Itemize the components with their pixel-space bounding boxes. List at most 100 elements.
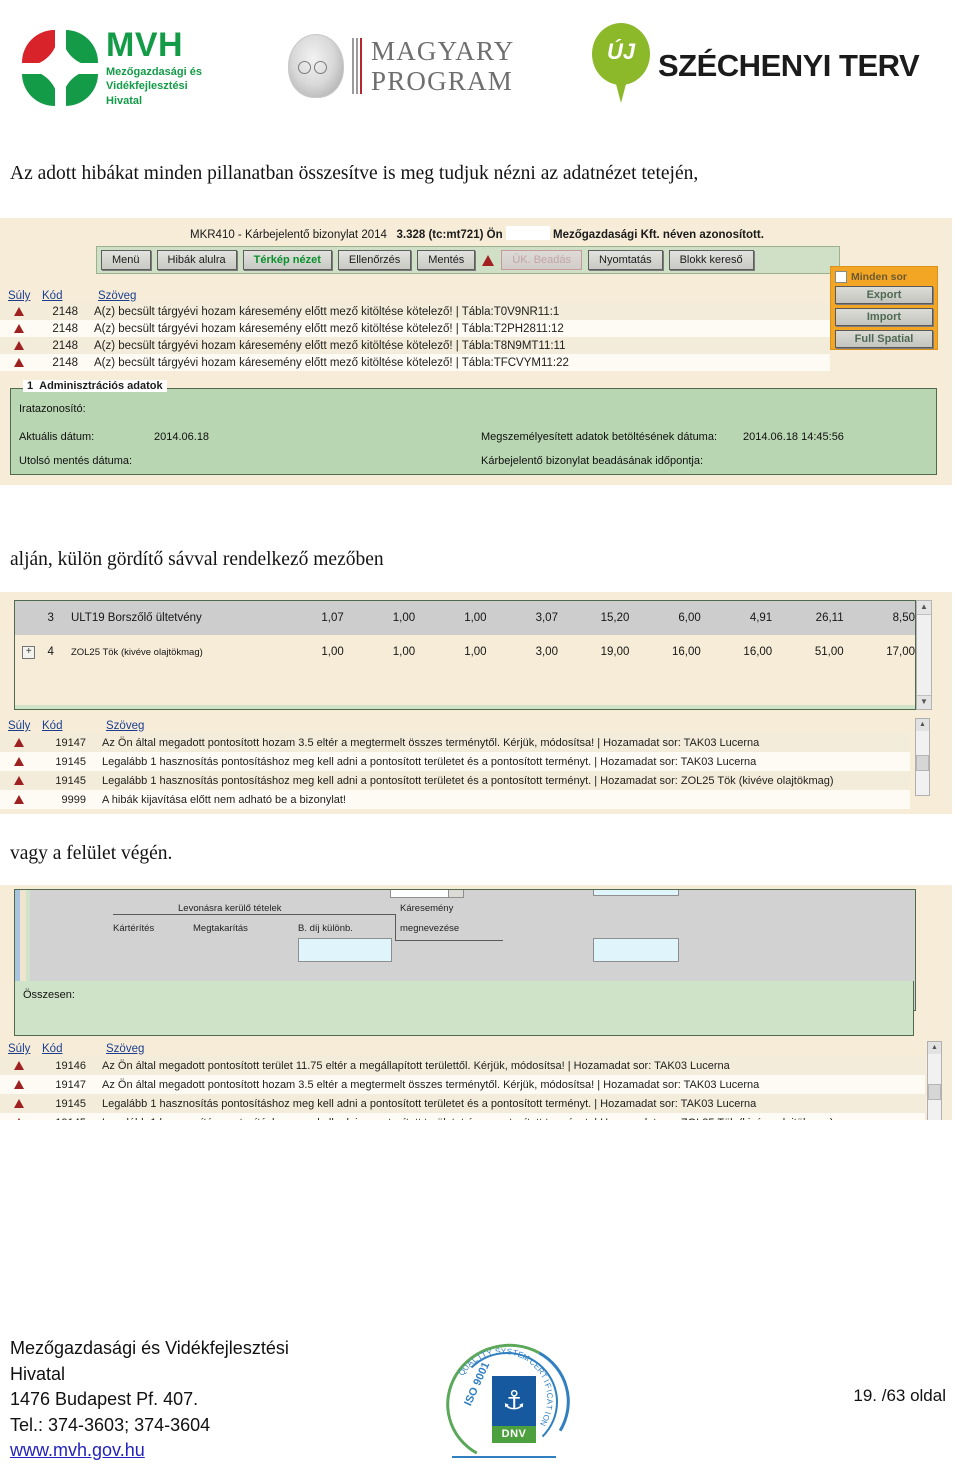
import-button[interactable]: Import [835,308,933,326]
error-text: Az Ön által megadott pontosított terület… [102,1059,730,1072]
plus-icon[interactable]: + [22,645,36,659]
toolbar-button-menu[interactable]: Menü [101,249,151,271]
error-header-severity[interactable]: Súly [0,290,42,302]
error-row[interactable]: 9999 A hibák kijavítása előtt nem adható… [0,790,910,809]
b-dij-kulonb-input[interactable] [298,938,392,962]
mvh-logo: MVH Mezőgazdasági és Vidékfejlesztési Hi… [20,22,235,114]
row-expander[interactable]: + [15,645,42,659]
minden-sor-checkbox[interactable] [835,271,847,283]
error-header-text[interactable]: Szöveg [90,290,136,302]
error-severity-icon [14,1061,24,1070]
document-header: MVH Mezőgazdasági és Vidékfejlesztési Hi… [0,0,960,130]
row-value: 16,00 [743,646,773,658]
error-text: A(z) becsült tárgyévi hozam káresemény e… [94,305,560,318]
error-row[interactable]: 2148 A(z) becsült tárgyévi hozam káresem… [0,354,830,371]
magyary-program-logo: MAGYARY PROGRAM [288,26,513,106]
kartrites-column-label: Kártérítés [113,923,155,934]
error-text: Legalább 1 hasznosítás pontosításhoz meg… [92,1117,834,1121]
toolbar-button-uk-beadas[interactable]: ÜK. Beadás [501,249,583,271]
panel-legend-label: Adminisztrációs adatok [39,380,163,392]
error-header-text[interactable]: Szöveg [98,720,144,732]
group-divider [395,914,396,940]
error-header-severity[interactable]: Súly [0,720,42,732]
error-list-scrollbar[interactable]: ▲ [927,1041,942,1120]
toolbar-button-nyomtatas[interactable]: Nyomtatás [588,249,663,271]
scroll-down-arrow-icon[interactable]: ▼ [917,695,931,709]
footer-phone: Tel.: 374-3603; 374-3604 [10,1414,211,1435]
kar-type-combo[interactable]: ▼ [390,890,464,898]
error-list-scrollbar[interactable]: ▲ [915,718,930,796]
error-row[interactable]: 19145 Legalább 1 hasznosítás pontosításh… [0,771,910,790]
totals-panel: Összesen: [14,981,914,1036]
szt-pin-icon: ÚJ [592,23,650,109]
mvh-clover-icon [20,28,100,108]
error-list-end: Súly Kód Szöveg 19146 Az Ön által megado… [0,1043,925,1120]
error-code: 2148 [52,339,78,352]
error-header-code[interactable]: Kód [42,1043,98,1055]
error-header-code[interactable]: Kód [42,720,98,732]
toolbar-button-ellenorzes[interactable]: Ellenőrzés [337,249,412,271]
footer-website-link[interactable]: www.mvh.gov.hu [10,1438,289,1464]
scroll-up-arrow-icon[interactable]: ▲ [917,601,931,615]
scrollbar-thumb[interactable] [916,755,929,771]
paragraph-2: alján, külön gördítő sávval rendelkező m… [10,549,384,570]
error-row[interactable]: 2148 A(z) becsült tárgyévi hozam káresem… [0,337,830,354]
row-crop-name: ZOL25 Tök (kivéve olajtökmag) [70,646,203,658]
osszesen-label: Összesen: [23,989,75,1001]
error-code: 19147 [55,1078,86,1091]
row-value: 6,00 [678,612,701,624]
footer-org-line1: Mezőgazdasági és Vidékfejlesztési [10,1338,289,1358]
app-version: 3.328 (tc:mt721) [396,229,484,241]
error-severity-icon [14,757,24,766]
error-code: 19146 [55,1059,86,1072]
grid-vertical-scrollbar[interactable]: ▲ ▼ [916,600,932,710]
grid-footer-strip [15,705,915,709]
error-row[interactable]: 19147 Az Ön által megadott pontosított h… [0,733,910,752]
screenshot-top-error-summary: MKR410 - Kárbejelentő bizonylat 2014 3.3… [0,218,952,485]
error-row[interactable]: 19145 Legalább 1 hasznosítás pontosításh… [0,1094,925,1113]
table-row[interactable]: + 4 ZOL25 Tök (kivéve olajtökmag) 1,00 1… [15,635,915,669]
error-header-severity[interactable]: Súly [0,1043,42,1055]
error-severity-icon [14,341,24,350]
toolbar-button-terkep-nezet[interactable]: Térkép nézet [242,249,332,271]
row-value: 19,00 [600,646,630,658]
error-header-code[interactable]: Kód [42,290,90,302]
scroll-up-arrow-icon[interactable]: ▲ [916,719,929,731]
error-row[interactable]: 19145 Legalább 1 hasznosítás pontosításh… [0,752,910,771]
row-value: 1,00 [321,646,344,658]
toolbar-button-blokk-kereso[interactable]: Blokk kereső [668,249,754,271]
error-row[interactable]: 19147 Az Ön által megadott pontosított h… [0,1075,925,1094]
chevron-down-icon[interactable]: ▼ [448,890,463,897]
error-text: Legalább 1 hasznosítás pontosításhoz meg… [102,1097,757,1110]
szt-logo-text: SZÉCHENYI TERV [658,48,920,83]
toolbar-button-hibak-alulra[interactable]: Hibák alulra [156,249,237,271]
magyary-portrait-icon [288,34,344,98]
row-number: 3 [47,612,54,624]
group-underline [113,914,395,915]
error-row[interactable]: 19146 Az Ön által megadott pontosított t… [0,1056,925,1075]
kar-underline [395,940,503,941]
export-button[interactable]: Export [835,286,933,304]
crop-data-grid: 3 ULT19 Borszőlő ültetvény 1,07 1,00 1,0… [14,600,916,710]
warning-triangle-icon [482,254,495,266]
error-row[interactable]: 2148 A(z) becsült tárgyévi hozam káresem… [0,320,830,337]
error-row[interactable]: 2148 A(z) becsült tárgyévi hozam káresem… [0,303,830,320]
scroll-up-arrow-icon[interactable]: ▲ [928,1042,941,1054]
full-spatial-button[interactable]: Full Spatial [835,330,933,348]
error-text: Legalább 1 hasznosítás pontosításhoz meg… [102,755,757,768]
dnv-iso-certification-logo: QUALITYSYSTEMCERTIFICATION ISO 9001 ⚓ DN… [432,1329,584,1477]
minden-sor-checkbox-row[interactable]: Minden sor [835,271,933,283]
error-severity-icon [14,738,24,747]
footer-org-line2: Hivatal [10,1363,66,1384]
scrollbar-thumb[interactable] [928,1084,941,1100]
error-list-header: Súly Kód Szöveg [0,1043,925,1056]
paragraph-3: vagy a felület végén. [10,843,173,864]
table-row[interactable]: 3 ULT19 Borszőlő ültetvény 1,07 1,00 1,0… [15,601,915,635]
app-title-prefix: MKR410 - Kárbejelentő bizonylat 2014 [190,229,387,241]
error-row[interactable]: 19145 Legalább 1 hasznosítás pontosításh… [0,1113,925,1120]
kar-name-input-top[interactable] [593,890,679,896]
page-number: 19. /63 oldal [853,1386,946,1405]
karesemeny-megnevezese-input[interactable] [593,938,679,962]
toolbar-button-mentes[interactable]: Mentés [417,249,476,271]
error-header-text[interactable]: Szöveg [98,1043,144,1055]
